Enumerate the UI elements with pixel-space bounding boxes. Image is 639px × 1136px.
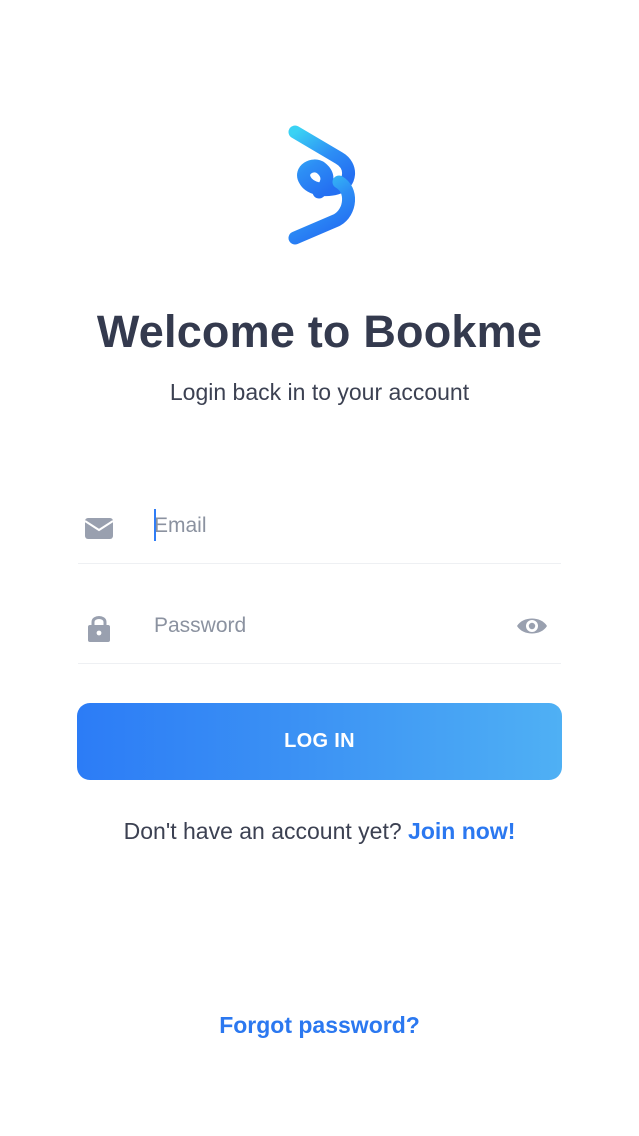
password-field[interactable] <box>78 594 561 664</box>
login-button[interactable]: LOG IN <box>77 703 562 780</box>
signup-prompt-text: Don't have an account yet? <box>123 818 402 844</box>
text-caret <box>154 509 156 541</box>
join-now-link[interactable]: Join now! <box>408 818 515 844</box>
forgot-password-link[interactable]: Forgot password? <box>0 1012 639 1039</box>
page-title: Welcome to Bookme <box>96 306 543 357</box>
email-input[interactable] <box>154 508 494 544</box>
lock-icon <box>83 612 115 644</box>
email-field[interactable] <box>78 494 561 564</box>
page-subtitle: Login back in to your account <box>169 379 470 405</box>
eye-icon[interactable] <box>515 611 549 641</box>
bookme-logo <box>279 120 361 250</box>
envelope-icon <box>83 512 115 544</box>
signup-prompt: Don't have an account yet? Join now! <box>0 818 639 845</box>
password-input[interactable] <box>154 608 494 644</box>
login-screen: Welcome to Bookme Login back in to your … <box>0 0 639 1136</box>
